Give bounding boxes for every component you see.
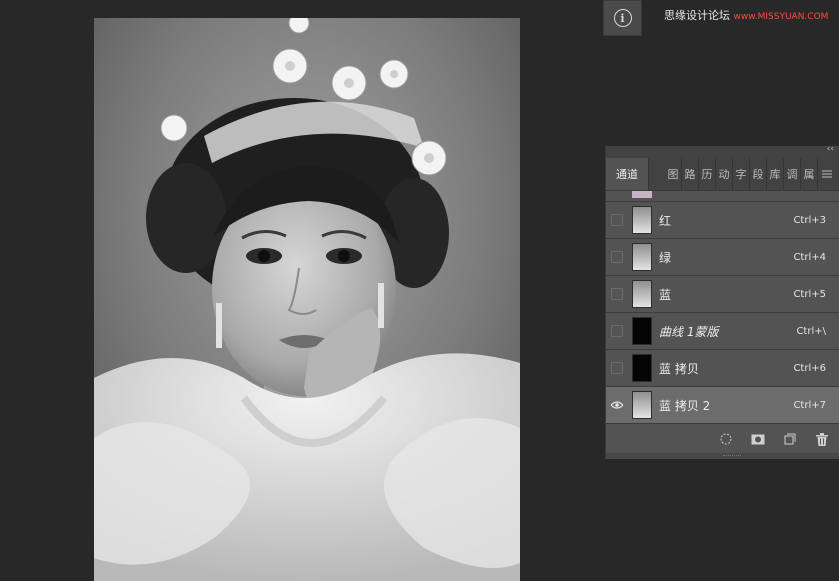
delete-icon[interactable] [815,432,829,446]
channel-shortcut: Ctrl+4 [793,251,826,263]
tab-channels[interactable]: 通道 [606,158,649,190]
visibility-toggle[interactable] [611,214,623,226]
visibility-toggle[interactable] [611,251,623,263]
tab-character[interactable]: 字 [733,158,750,190]
visibility-toggle[interactable] [611,288,623,300]
channel-row-blue-copy[interactable]: 蓝 拷贝 Ctrl+6 [606,350,839,387]
channel-row-rgb-partial[interactable] [606,191,839,202]
channel-shortcut: Ctrl+\ [796,325,826,337]
channel-name: 蓝 拷贝 2 [659,398,711,413]
channel-row-blue-copy-2[interactable]: 蓝 拷贝 2 Ctrl+7 [606,387,839,424]
channel-row-blue[interactable]: 蓝 Ctrl+5 [606,276,839,313]
panel-tab-bar: 通道 图 路 历 动 字 段 库 调 属 [606,158,839,191]
visibility-toggle[interactable] [611,362,623,374]
tab-properties[interactable]: 属 [801,158,818,190]
tab-paragraph[interactable]: 段 [750,158,767,190]
info-icon: i [613,9,632,27]
panel-collapse-bar[interactable]: ‹‹ [606,144,839,158]
channel-name: 曲线 1蒙版 [659,324,719,339]
eye-icon[interactable] [611,399,623,411]
tab-history[interactable]: 历 [699,158,716,190]
channel-thumbnail [632,191,652,198]
portrait-photo [94,18,520,581]
save-selection-icon[interactable] [751,432,765,446]
channels-panel: ‹‹ 通道 图 路 历 动 字 段 库 调 属 红 Ctrl+3 绿 Ctrl+… [605,144,839,459]
info-button[interactable]: i [603,0,642,36]
tab-paths[interactable]: 路 [682,158,699,190]
visibility-toggle[interactable] [611,325,623,337]
channel-thumbnail [632,243,652,271]
document-canvas[interactable] [94,18,520,581]
channel-name: 红 [659,213,672,228]
channel-shortcut: Ctrl+5 [793,288,826,300]
collapse-icon[interactable]: ‹‹ [827,144,834,154]
channel-row-red[interactable]: 红 Ctrl+3 [606,202,839,239]
new-channel-icon[interactable] [783,432,797,446]
watermark-url: www.MISSYUAN.COM [733,12,829,22]
tab-layers[interactable]: 图 [665,158,682,190]
watermark: 思缘设计论坛 www.MISSYUAN.COM [664,7,828,23]
load-selection-icon[interactable] [719,432,733,446]
channel-shortcut: Ctrl+3 [793,214,826,226]
channel-name: 蓝 [659,287,672,302]
channel-thumbnail [632,206,652,234]
channel-row-green[interactable]: 绿 Ctrl+4 [606,239,839,276]
panel-footer [606,424,839,454]
panel-menu-icon[interactable] [818,158,836,190]
channel-shortcut: Ctrl+6 [793,362,826,374]
channel-row-curves-mask[interactable]: 曲线 1蒙版 Ctrl+\ [606,313,839,350]
panel-resize-grip[interactable] [606,453,839,459]
channel-thumbnail [632,354,652,382]
tab-libraries[interactable]: 库 [767,158,784,190]
channel-thumbnail [632,280,652,308]
channel-thumbnail [632,317,652,345]
channel-thumbnail [632,391,652,419]
tab-actions[interactable]: 动 [716,158,733,190]
watermark-text: 思缘设计论坛 [664,9,730,22]
channel-shortcut: Ctrl+7 [793,399,826,411]
tab-adjustments[interactable]: 调 [784,158,801,190]
channel-name: 绿 [659,250,672,265]
channel-name: 蓝 拷贝 [659,361,699,376]
